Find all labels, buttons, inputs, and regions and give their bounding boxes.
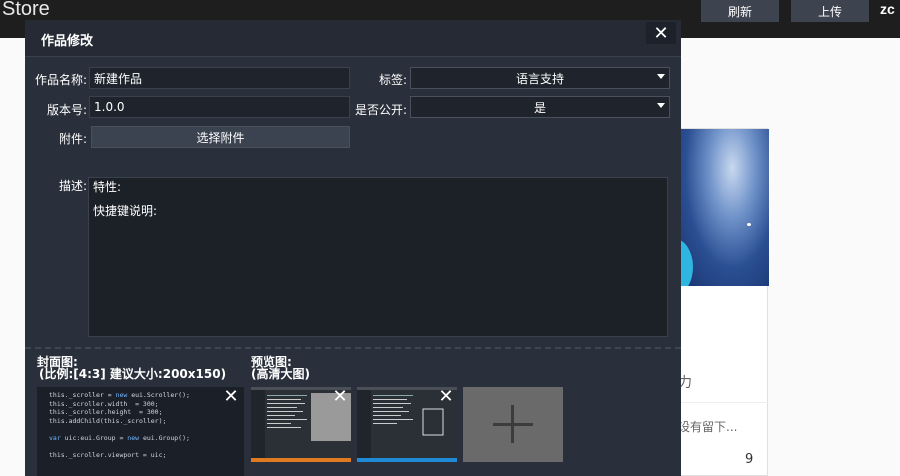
user-name[interactable]: zc	[880, 1, 895, 17]
close-icon[interactable]: ✕	[331, 387, 349, 407]
preview-label-hint: (高清大图)	[251, 367, 310, 381]
work-card-image	[677, 129, 769, 286]
public-label: 是否公开:	[354, 103, 407, 117]
store-title: Store	[2, 0, 50, 20]
chevron-down-icon	[657, 74, 665, 79]
close-icon[interactable]: ✕	[437, 387, 455, 407]
dialog-title: 作品修改	[41, 34, 94, 49]
cover-label: 封面图: (比例:[4:3] 建议大小:200x150)	[37, 356, 226, 380]
tag-label: 标签:	[378, 73, 407, 87]
dialog-header: 作品修改 ✕	[25, 20, 681, 57]
description-label: 描述:	[58, 179, 87, 193]
version-field[interactable]: 1.0.0	[89, 96, 350, 118]
edit-work-dialog: 作品修改 ✕ 作品名称: 新建作品 标签: 语言支持 版本号: 1.0.0 是否…	[25, 20, 681, 476]
upload-button[interactable]: 上传	[791, 0, 869, 22]
cover-label-hint: (比例:[4:3] 建议大小:200x150)	[39, 367, 227, 381]
description-textarea[interactable]: 特性: 快捷键说明:	[88, 177, 668, 337]
name-label: 作品名称:	[34, 73, 87, 87]
select-attachment-button[interactable]: 选择附件	[91, 126, 350, 148]
section-divider	[25, 347, 681, 349]
star-dot	[747, 223, 751, 226]
name-field[interactable]: 新建作品	[89, 67, 350, 89]
refresh-button[interactable]: 刷新	[701, 0, 779, 22]
description-line: 快捷键说明:	[93, 204, 158, 218]
public-select[interactable]: 是	[410, 96, 670, 118]
tag-select-value: 语言支持	[515, 71, 564, 86]
preview-label: 预览图: (高清大图)	[251, 356, 310, 380]
card-divider	[676, 402, 768, 403]
add-preview-button[interactable]	[463, 387, 563, 462]
attachment-label: 附件:	[58, 132, 87, 146]
tag-select[interactable]: 语言支持	[410, 67, 670, 89]
version-label: 版本号:	[46, 103, 87, 117]
public-select-value: 是	[533, 100, 546, 115]
description-line: 特性:	[93, 180, 122, 194]
chevron-down-icon	[657, 103, 665, 108]
plus-icon	[511, 405, 514, 443]
close-icon[interactable]: ✕	[646, 22, 676, 44]
cover-image[interactable]: this._scroller = new eui.Scroller(); thi…	[37, 387, 244, 476]
cover-code-preview: this._scroller = new eui.Scroller(); thi…	[49, 391, 190, 460]
preview-image[interactable]: ✕	[357, 387, 457, 462]
preview-image[interactable]: ✕	[251, 387, 351, 462]
card-count: 9	[745, 452, 754, 467]
close-icon[interactable]: ✕	[222, 387, 240, 407]
card-comment-fragment: 设有留下...	[678, 420, 738, 434]
